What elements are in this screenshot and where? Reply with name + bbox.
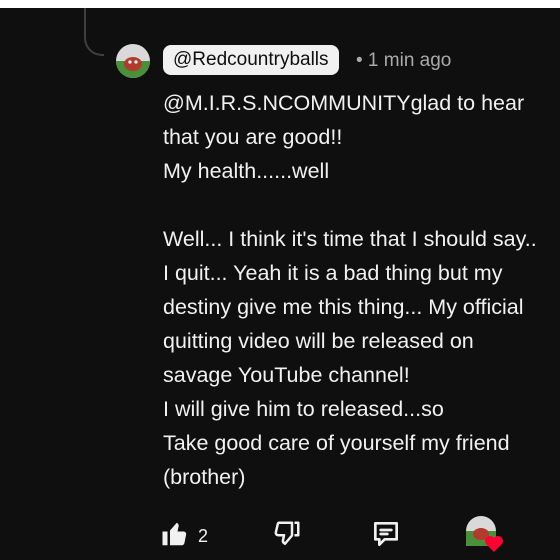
comment-line: I quit... Yeah it is a bad thing but my: [163, 261, 503, 285]
creator-heart-badge[interactable]: [464, 514, 508, 559]
comment-line: @M.I.R.S.NCOMMUNITYglad to hear: [163, 91, 525, 115]
comment-line: that you are good!!: [163, 125, 343, 149]
like-button[interactable]: 2: [160, 518, 208, 554]
comment-screen: @Redcountryballs • 1 min ago @M.I.R.S.NC…: [0, 0, 560, 560]
thread-connector-line: [84, 8, 104, 56]
author-name-chip[interactable]: @Redcountryballs: [163, 45, 339, 75]
comment-body: @M.I.R.S.NCOMMUNITYglad to hear that you…: [163, 86, 560, 494]
like-count: 2: [198, 525, 209, 546]
reply-icon: [370, 518, 402, 555]
comment-line: I will give him to released...so: [163, 397, 444, 421]
comment-line: Well... I think it's time that I should …: [163, 227, 537, 251]
creator-heart-icon: [464, 514, 508, 559]
comment-line: destiny give me this thing... My officia…: [163, 295, 524, 319]
reply-button[interactable]: [370, 518, 402, 554]
author-avatar[interactable]: [116, 44, 150, 78]
thumbs-up-icon: [160, 519, 190, 554]
thumbs-down-icon: [272, 519, 302, 554]
comment-line: [163, 188, 560, 222]
comment-timestamp: • 1 min ago: [356, 50, 452, 71]
comment-action-bar: 2: [0, 512, 560, 560]
comment-line: (brother): [163, 465, 246, 489]
comment-line: Take good care of yourself my friend: [163, 431, 510, 455]
comment-line: quitting video will be released on: [163, 329, 474, 353]
comment-line: My health......well: [163, 159, 330, 183]
dislike-button[interactable]: [272, 518, 302, 554]
comment-line: savage YouTube channel!: [163, 363, 410, 387]
